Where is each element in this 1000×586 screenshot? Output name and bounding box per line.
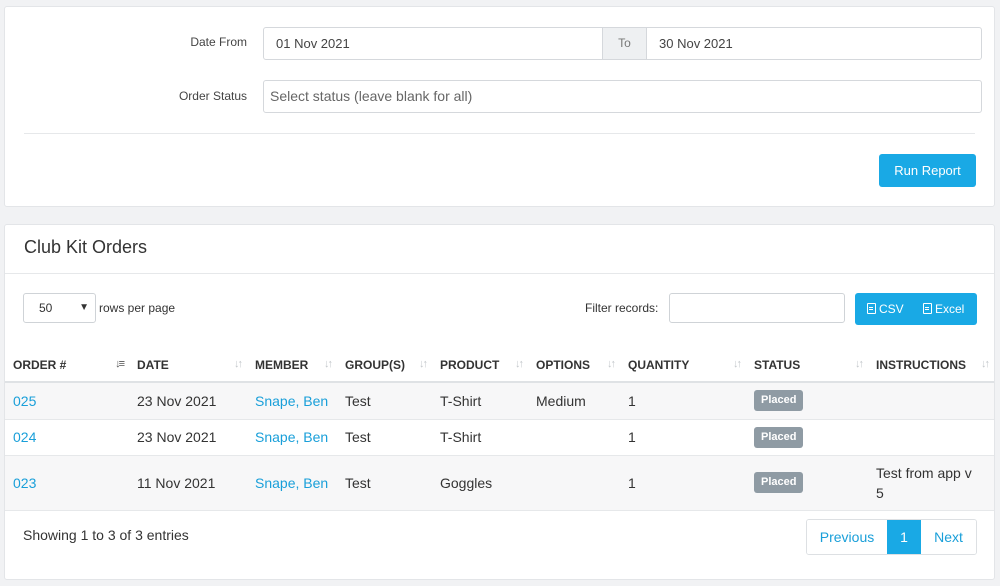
column-header[interactable]: GROUP(S) ↓↑ (337, 348, 432, 383)
column-header[interactable]: PRODUCT ↓↑ (432, 348, 528, 383)
sort-icon: ↓↑ (607, 358, 616, 370)
column-header[interactable]: INSTRUCTIONS ↓↑ (868, 348, 994, 383)
column-header[interactable]: STATUS ↓↑ (746, 348, 868, 383)
table-row: 024 23 Nov 2021 Snape, Ben Test T-Shirt … (5, 419, 994, 456)
order-date: 23 Nov 2021 (129, 419, 247, 456)
status-badge: Placed (754, 426, 804, 448)
date-to-input[interactable]: 30 Nov 2021 (646, 27, 982, 60)
order-quantity: 1 (620, 382, 746, 420)
column-header[interactable]: ORDER # ↓≡ (5, 348, 129, 383)
order-product: T-Shirt (432, 419, 528, 456)
panel-title: Club Kit Orders (24, 237, 148, 257)
order-number-link[interactable]: 024 (13, 429, 36, 445)
sort-icon: ↓↑ (981, 358, 990, 370)
rows-per-page-value: 50 (39, 301, 53, 315)
sort-desc-icon: ↓≡ (115, 358, 125, 370)
order-quantity: 1 (620, 455, 746, 511)
status-badge: Placed (754, 390, 804, 412)
table-header-row: ORDER # ↓≡ DATE ↓↑ MEMBER ↓↑ GROUP(S) ↓↑ PRO… (5, 348, 994, 383)
order-date: 11 Nov 2021 (129, 455, 247, 511)
page-1-button[interactable]: 1 (887, 520, 921, 554)
order-groups: Test (337, 382, 432, 420)
sort-icon: ↓↑ (324, 358, 333, 370)
entries-info: Showing 1 to 3 of 3 entries (23, 527, 189, 543)
pagination: Previous 1 Next (806, 519, 977, 555)
sort-icon: ↓↑ (234, 358, 243, 370)
order-options (528, 455, 620, 511)
rows-per-page-label: rows per page (99, 301, 176, 315)
order-status-select[interactable]: Select status (leave blank for all) (263, 80, 982, 113)
date-from-label: Date From (190, 35, 247, 49)
export-excel-label: Excel (935, 302, 965, 316)
sort-icon: ↓↑ (733, 358, 742, 370)
filter-records-input[interactable] (669, 293, 845, 323)
sort-icon: ↓↑ (855, 358, 864, 370)
column-header[interactable]: DATE ↓↑ (129, 348, 247, 383)
sort-icon: ↓↑ (419, 358, 428, 370)
order-options: Medium (528, 382, 620, 420)
orders-table: ORDER # ↓≡ DATE ↓↑ MEMBER ↓↑ GROUP(S) ↓↑ PRO… (5, 348, 994, 511)
column-header[interactable]: OPTIONS ↓↑ (528, 348, 620, 383)
order-status-label: Order Status (178, 89, 247, 103)
title-divider (5, 273, 994, 274)
order-groups: Test (337, 455, 432, 511)
member-link[interactable]: Snape, Ben (255, 393, 328, 409)
previous-page-button[interactable]: Previous (807, 520, 887, 554)
export-csv-label: CSV (879, 302, 904, 316)
export-excel-button[interactable]: Excel (923, 293, 964, 325)
file-icon (923, 303, 932, 314)
report-filter-panel: Date From 01 Nov 2021 To 30 Nov 2021 Ord… (4, 6, 995, 207)
member-link[interactable]: Snape, Ben (255, 429, 328, 445)
column-header[interactable]: MEMBER ↓↑ (247, 348, 337, 383)
order-product: T-Shirt (432, 382, 528, 420)
club-kit-orders-panel: Club Kit Orders 50 ▼ rows per page Filte… (4, 224, 995, 580)
order-instructions (868, 419, 994, 456)
table-row: 023 11 Nov 2021 Snape, Ben Test Goggles … (5, 455, 994, 511)
next-page-button[interactable]: Next (921, 520, 976, 554)
order-instructions (868, 382, 994, 420)
member-link[interactable]: Snape, Ben (255, 475, 328, 491)
table-row: 025 23 Nov 2021 Snape, Ben Test T-Shirt … (5, 382, 994, 420)
order-number-link[interactable]: 025 (13, 393, 36, 409)
order-quantity: 1 (620, 419, 746, 456)
order-product: Goggles (432, 455, 528, 511)
order-options (528, 419, 620, 456)
export-button-group: CSV Excel (855, 293, 977, 325)
status-badge: Placed (754, 472, 804, 493)
order-number-link[interactable]: 023 (13, 475, 36, 491)
file-icon (867, 303, 876, 314)
order-groups: Test (337, 419, 432, 456)
rows-per-page-select[interactable]: 50 ▼ (23, 293, 96, 323)
chevron-down-icon: ▼ (79, 302, 89, 313)
filter-divider (24, 133, 975, 134)
order-date: 23 Nov 2021 (129, 382, 247, 420)
date-range-to-addon: To (602, 27, 647, 60)
filter-records-label: Filter records: (585, 301, 659, 315)
export-csv-button[interactable]: CSV (867, 293, 904, 325)
run-report-button[interactable]: Run Report (879, 154, 976, 187)
order-instructions: Test from app v 5 (868, 455, 994, 511)
date-from-input[interactable]: 01 Nov 2021 (263, 27, 603, 60)
sort-icon: ↓↑ (515, 358, 524, 370)
column-header[interactable]: QUANTITY ↓↑ (620, 348, 746, 383)
